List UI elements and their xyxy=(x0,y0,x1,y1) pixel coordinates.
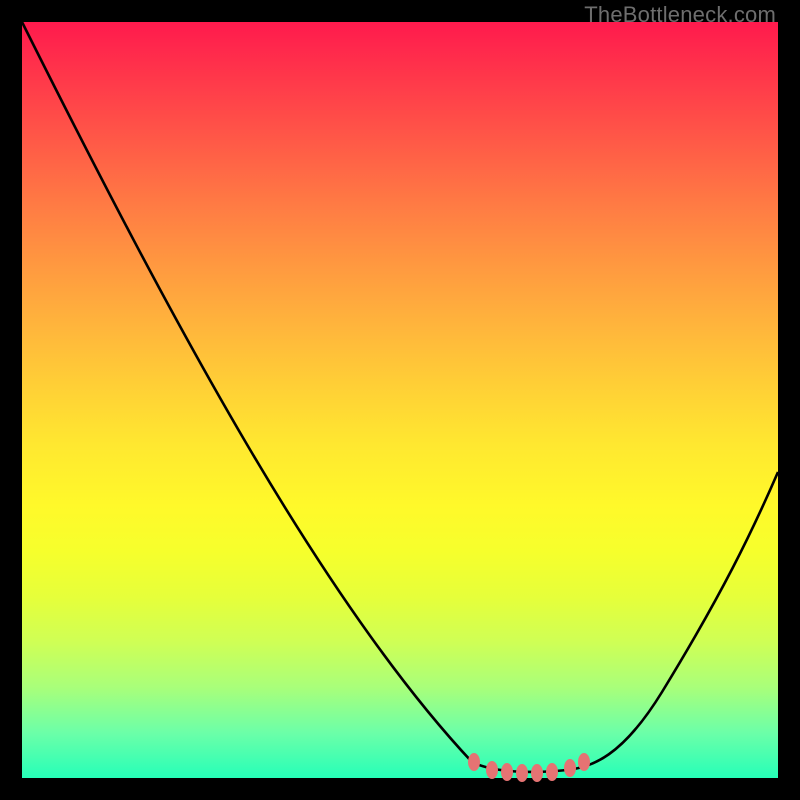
marker-dot xyxy=(531,764,543,782)
marker-group xyxy=(468,753,590,782)
marker-dot xyxy=(468,753,480,771)
marker-dot xyxy=(516,764,528,782)
highlight-markers xyxy=(22,22,778,778)
marker-dot xyxy=(546,763,558,781)
marker-dot xyxy=(564,759,576,777)
marker-dot xyxy=(486,761,498,779)
plot-area xyxy=(22,22,778,778)
marker-dot xyxy=(578,753,590,771)
marker-dot xyxy=(501,763,513,781)
chart-frame: TheBottleneck.com xyxy=(0,0,800,800)
